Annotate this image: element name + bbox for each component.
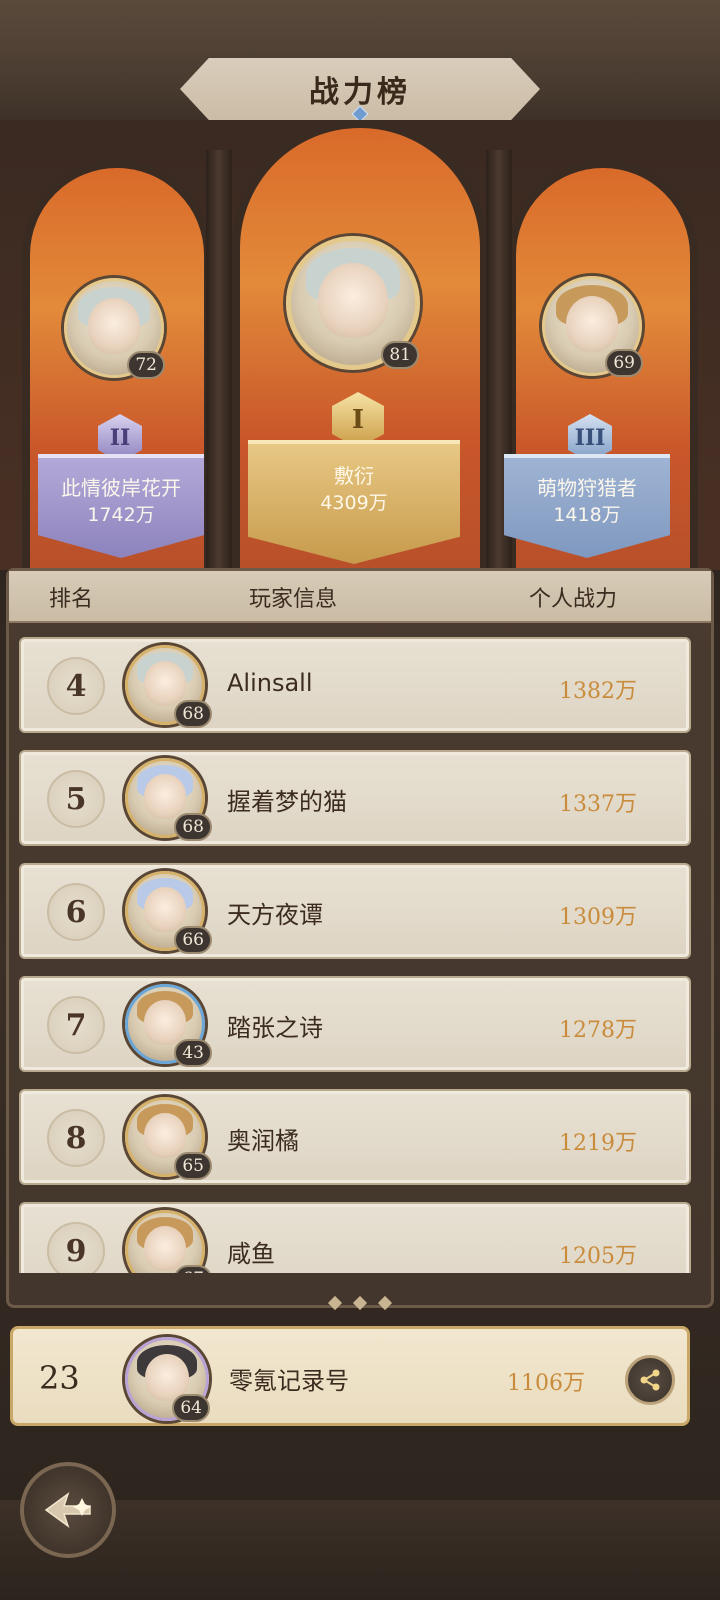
level-badge: 68 (174, 700, 212, 728)
podium-third-power: 1418万 (553, 504, 621, 526)
level-badge: 43 (174, 1039, 212, 1067)
podium-second-power: 1742万 (87, 504, 155, 526)
list-header: 排名 玩家信息 个人战力 (9, 571, 711, 623)
table-row[interactable]: 8 65 奥润橘 1219万 (19, 1089, 691, 1185)
podium-first-name: 敷衍 (334, 464, 374, 488)
header-power: 个人战力 (529, 587, 618, 612)
player-avatar[interactable]: 43 (125, 984, 212, 1067)
share-icon (640, 1369, 660, 1391)
player-power: 1382万 (559, 679, 637, 704)
player-name: Alinsall (227, 669, 313, 697)
level-badge: 65 (174, 1152, 212, 1180)
rank-seal: 9 (47, 1222, 105, 1273)
avatar-face (144, 1113, 186, 1158)
table-row[interactable]: 4 68 Alinsall 1382万 (19, 637, 691, 733)
level-badge: 66 (174, 926, 212, 954)
podium-third-name: 萌物狩猎者 (537, 476, 637, 500)
rank-seal: 6 (47, 883, 105, 941)
player-name: 奥润橘 (227, 1127, 299, 1155)
player-avatar[interactable]: 67 (125, 1210, 212, 1273)
divider-ornament (327, 1295, 393, 1311)
avatar-face (144, 1226, 186, 1271)
player-name: 踏张之诗 (227, 1014, 323, 1042)
podium-third-avatar[interactable]: 69 (542, 276, 643, 377)
back-button[interactable] (20, 1462, 116, 1558)
rank-seal: 7 (47, 996, 105, 1054)
podium-second-avatar[interactable]: 72 (64, 278, 165, 379)
level-badge: 81 (381, 341, 419, 369)
back-icon (44, 1492, 91, 1528)
player-power: 1337万 (559, 792, 637, 817)
rank-seal: 5 (47, 770, 105, 828)
table-row[interactable]: 5 68 握着梦的猫 1337万 (19, 750, 691, 846)
table-row[interactable]: 7 43 踏张之诗 1278万 (19, 976, 691, 1072)
level-badge: 72 (127, 351, 165, 379)
player-avatar[interactable]: 68 (125, 758, 212, 841)
player-avatar[interactable]: 68 (125, 645, 212, 728)
podium-first-avatar[interactable]: 81 (286, 236, 420, 370)
player-power: 1205万 (559, 1244, 637, 1269)
my-avatar[interactable]: 64 (125, 1337, 210, 1422)
header-player-info: 玩家信息 (249, 587, 338, 612)
avatar-face (87, 297, 141, 355)
player-name: 握着梦的猫 (227, 788, 347, 816)
avatar-face (144, 774, 186, 819)
pillar (206, 150, 232, 570)
player-avatar[interactable]: 65 (125, 1097, 212, 1180)
player-power: 1309万 (559, 905, 637, 930)
rank-seal: 4 (47, 657, 105, 715)
avatar-face (144, 1000, 186, 1045)
avatar-face (565, 295, 619, 353)
player-power: 1278万 (559, 1018, 637, 1043)
page-title: 战力榜 (309, 75, 411, 110)
my-power: 1106万 (507, 1371, 585, 1396)
player-name: 天方夜谭 (227, 901, 323, 929)
ranking-list[interactable]: 4 68 Alinsall 1382万 5 68 握着梦的猫 1337万 6 6… (9, 623, 711, 1273)
rank-seal: 8 (47, 1109, 105, 1167)
table-row[interactable]: 9 67 咸鱼 1205万 (19, 1202, 691, 1273)
avatar-face (144, 661, 186, 706)
avatar-face (144, 887, 186, 932)
player-avatar[interactable]: 66 (125, 871, 212, 954)
my-rank-row[interactable]: 23 64 零氪记录号 1106万 (10, 1326, 690, 1426)
my-rank: 23 (39, 1359, 80, 1397)
share-button[interactable] (625, 1355, 675, 1405)
leaderboard-screen: 战力榜 72 II 此情彼岸花开 1742万 81 I 敷衍 4309万 69 … (0, 0, 720, 1600)
avatar-face (318, 263, 388, 338)
level-badge: 68 (174, 813, 212, 841)
table-row[interactable]: 6 66 天方夜谭 1309万 (19, 863, 691, 959)
level-badge: 64 (172, 1394, 210, 1422)
ranking-list-panel: 排名 玩家信息 个人战力 4 68 Alinsall 1382万 5 68 握着… (6, 568, 714, 1308)
level-badge: 67 (174, 1265, 212, 1273)
header-rank: 排名 (49, 587, 94, 612)
player-power: 1219万 (559, 1131, 637, 1156)
podium-first-power: 4309万 (320, 492, 388, 514)
my-name: 零氪记录号 (229, 1367, 349, 1395)
level-badge: 69 (605, 349, 643, 377)
player-name: 咸鱼 (227, 1240, 275, 1268)
podium-second-name: 此情彼岸花开 (61, 476, 181, 500)
